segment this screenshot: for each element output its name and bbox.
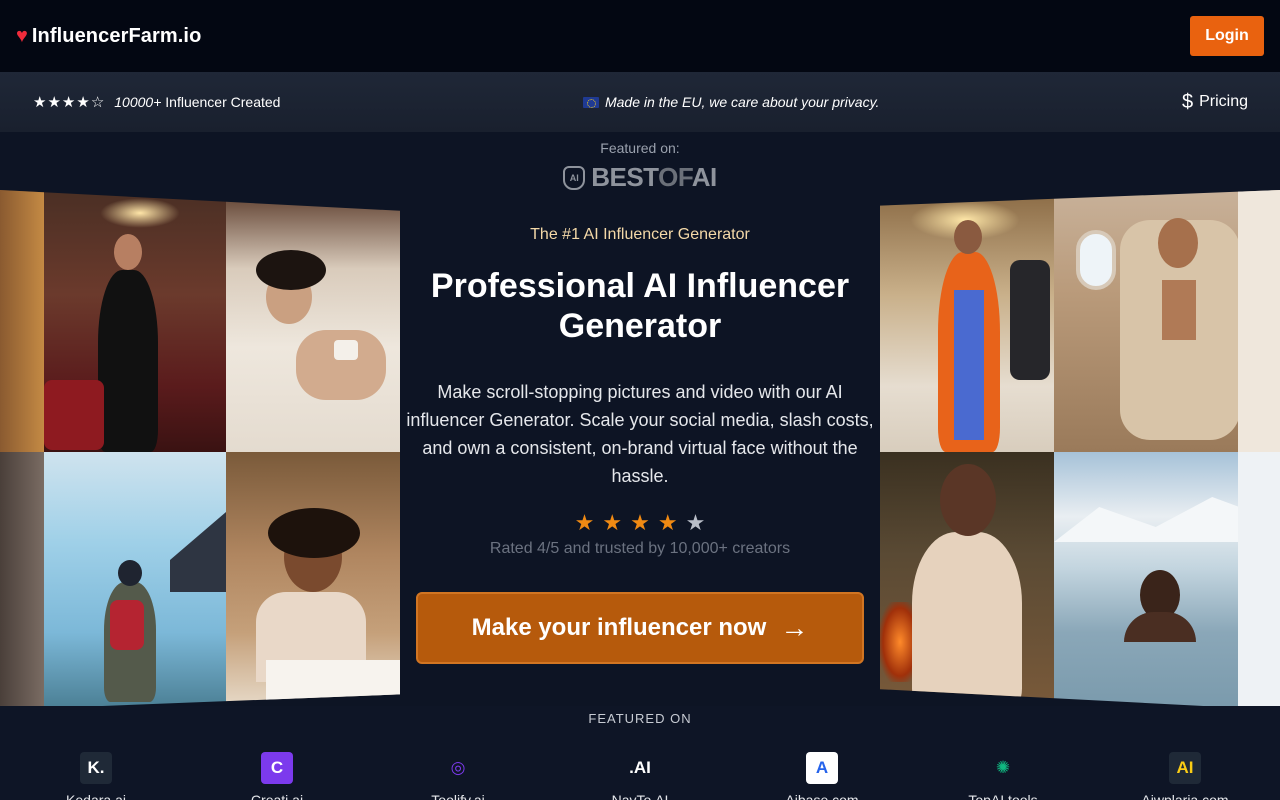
featured-on-heading: FEATURED ON bbox=[588, 711, 692, 726]
left-image-collage bbox=[0, 190, 400, 710]
login-button[interactable]: Login bbox=[1190, 16, 1264, 56]
featured-logo-name: Toolify.ai bbox=[431, 792, 485, 800]
ai-badge-icon: AI bbox=[563, 165, 586, 190]
featured-logo-icon: AI bbox=[1169, 752, 1201, 784]
make-influencer-button[interactable]: Make your influencer now → bbox=[416, 592, 864, 664]
photo-man-private-jet bbox=[1054, 190, 1280, 452]
hero-description: Make scroll-stopping pictures and video … bbox=[406, 382, 874, 486]
star-icon: ★ bbox=[685, 510, 706, 535]
star-icon: ★ bbox=[61, 93, 76, 111]
star-icon: ★ bbox=[630, 510, 650, 535]
featured-logo-name: Kedara.ai bbox=[66, 792, 126, 800]
star-icon: ★ bbox=[574, 510, 595, 535]
featured-on-top: Featured on: AI BESTOFAI bbox=[0, 140, 1280, 193]
pricing-label: Pricing bbox=[1199, 93, 1248, 110]
privacy-text: Made in the EU, we care about your priva… bbox=[604, 94, 880, 110]
photo-glacier-hiker bbox=[0, 452, 226, 710]
eu-flag-icon bbox=[582, 96, 599, 108]
hero-rating-stars: ★ ★ ★ ★ ★ bbox=[400, 512, 880, 534]
privacy-note: Made in the EU, we care about your priva… bbox=[582, 94, 880, 110]
hero-section: The #1 AI Influencer Generator Professio… bbox=[400, 220, 880, 664]
top-nav: ♥ InfluencerFarm.io Login bbox=[0, 0, 1280, 72]
brand-logo[interactable]: ♥ InfluencerFarm.io bbox=[16, 25, 201, 48]
bestofai-part: OF bbox=[658, 162, 692, 192]
featured-logo-item[interactable]: ✺ TopAI.tools bbox=[923, 752, 1083, 800]
featured-logo-icon: ◎ bbox=[450, 758, 466, 777]
featured-logo-icon: .AI bbox=[629, 758, 651, 777]
featured-logo-item[interactable]: .AI NavTo.AI bbox=[560, 752, 720, 800]
featured-logo-item[interactable]: A Aibase.com bbox=[742, 752, 902, 800]
star-icon: ★ bbox=[33, 93, 47, 111]
featured-logo-name: Aiwplaria.com bbox=[1141, 792, 1229, 800]
featured-logo-name: Creati.ai bbox=[250, 792, 304, 800]
featured-logo-item[interactable]: C Creati.ai bbox=[197, 752, 357, 800]
hero-tagline: The #1 AI Influencer Generator bbox=[530, 226, 750, 243]
heart-icon: ♥ bbox=[16, 25, 28, 47]
featured-logo-icon: A bbox=[806, 752, 838, 784]
count-label: Influencer Created bbox=[165, 94, 281, 110]
star-icon: ★ bbox=[657, 510, 678, 535]
photo-woman-hot-spring bbox=[1054, 452, 1280, 710]
count-text: 10000+ Influencer Created bbox=[114, 94, 280, 110]
featured-logo-name: TopAI.tools bbox=[968, 792, 1038, 800]
right-image-collage bbox=[880, 190, 1280, 710]
featured-on-bottom: FEATURED ON K. Kedara.ai C Creati.ai ◎ Toolif… bbox=[0, 706, 1280, 800]
star-outline-icon: ☆ bbox=[90, 93, 105, 111]
featured-logo-name: Aibase.com bbox=[785, 792, 859, 800]
arrow-right-icon: → bbox=[780, 612, 809, 643]
hero-title: Professional AI Influencer Generator bbox=[430, 267, 850, 345]
bestofai-text: BESTOFAI bbox=[591, 162, 717, 193]
featured-logo-name: NavTo.AI bbox=[611, 792, 669, 800]
photo-woman-lace-dress bbox=[880, 452, 1054, 710]
influencer-count: ★ ★ ★ ★ ☆ 10000+ Influencer Created bbox=[33, 94, 280, 110]
brand-name: InfluencerFarm.io bbox=[31, 24, 202, 47]
photo-woman-dinner bbox=[226, 452, 400, 710]
dollar-icon: $ bbox=[1181, 91, 1194, 113]
pricing-link[interactable]: $ Pricing bbox=[1182, 92, 1248, 112]
info-bar: ★ ★ ★ ★ ☆ 10000+ Influencer Created Made… bbox=[0, 72, 1280, 132]
count-number: 10000+ bbox=[114, 94, 162, 110]
star-icon: ★ bbox=[76, 93, 90, 111]
featured-logo-icon: ✺ bbox=[995, 758, 1011, 777]
featured-logo-icon: C bbox=[261, 752, 293, 784]
cta-label: Make your influencer now bbox=[471, 614, 767, 641]
rating-stars-small: ★ ★ ★ ★ ☆ bbox=[33, 95, 104, 110]
bestofai-part: BEST bbox=[591, 162, 659, 192]
photo-woman-black-dress bbox=[0, 190, 226, 452]
bestofai-logo[interactable]: AI BESTOFAI bbox=[563, 162, 717, 193]
featured-logo-item[interactable]: AI Aiwplaria.com bbox=[1105, 752, 1265, 800]
photo-woman-bed bbox=[226, 190, 400, 452]
star-icon: ★ bbox=[47, 93, 61, 111]
bestofai-part: AI bbox=[691, 162, 718, 192]
featured-on-label: Featured on: bbox=[600, 140, 680, 156]
star-icon: ★ bbox=[602, 510, 623, 535]
featured-logo-icon: K. bbox=[80, 752, 112, 784]
featured-logo-item[interactable]: K. Kedara.ai bbox=[16, 752, 176, 800]
photo-woman-orange-coat bbox=[880, 190, 1054, 452]
featured-logo-item[interactable]: ◎ Toolify.ai bbox=[378, 752, 538, 800]
rated-text: Rated 4/5 and trusted by 10,000+ creator… bbox=[489, 540, 791, 557]
